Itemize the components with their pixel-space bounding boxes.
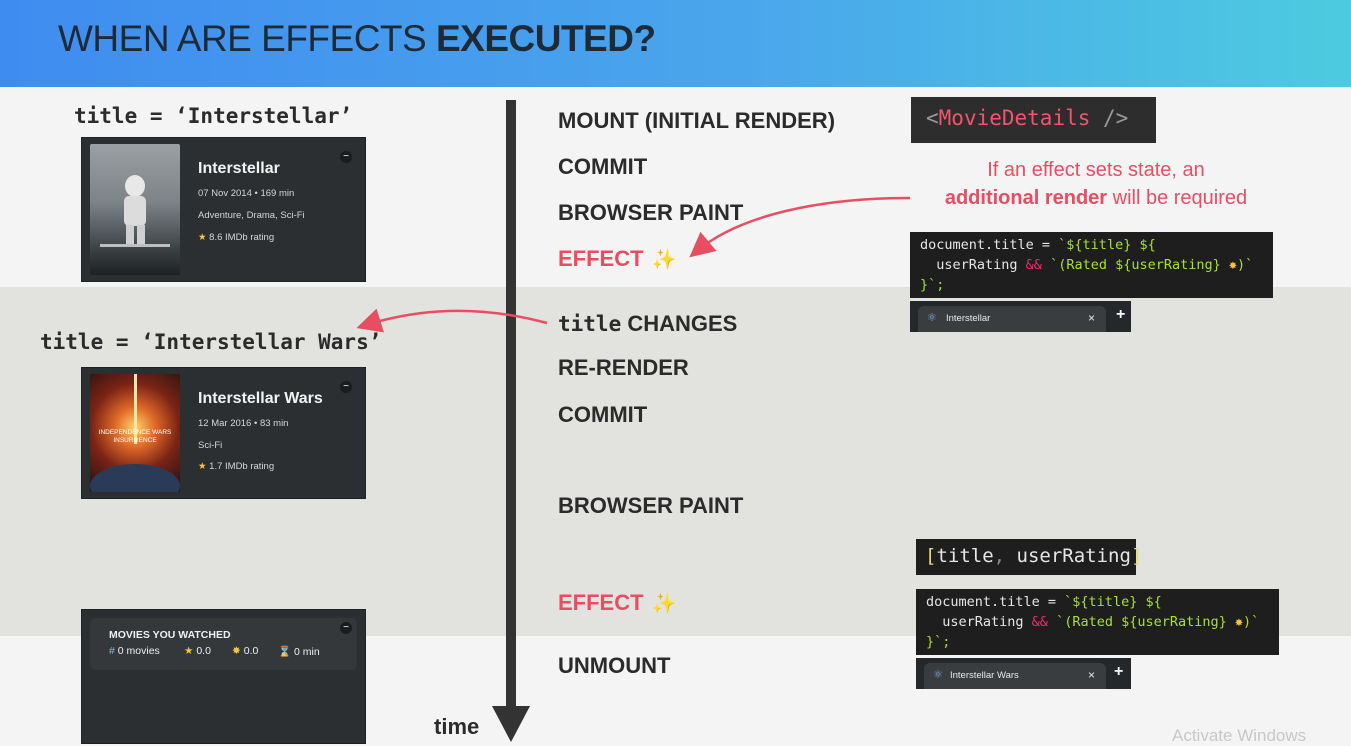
dependency-array-box: [title, userRating] <box>916 539 1142 575</box>
additional-render-arrow <box>689 196 911 258</box>
react-icon: ⚛ <box>927 312 937 324</box>
effect-code-block-2: document.title = `${title} ${ userRating… <box>916 589 1279 655</box>
browser-tab-title: Interstellar <box>946 313 991 324</box>
component-tag: <MovieDetails /> <box>926 106 1129 130</box>
title-change-arrow <box>356 308 548 333</box>
browser-tab-bar-2: ⚛ Interstellar Wars × + <box>916 658 1131 689</box>
react-icon: ⚛ <box>933 669 943 681</box>
dependency-array: [title, userRating] <box>925 545 1143 567</box>
browser-tab-title: Interstellar Wars <box>950 670 1019 681</box>
new-tab-icon[interactable]: + <box>1116 306 1125 324</box>
component-tag-box: <MovieDetails /> <box>911 97 1156 143</box>
browser-tab[interactable]: ⚛ Interstellar Wars × <box>924 663 1106 689</box>
browser-tab[interactable]: ⚛ Interstellar × <box>918 306 1106 332</box>
new-tab-icon[interactable]: + <box>1114 663 1123 681</box>
tab-close-icon[interactable]: × <box>1088 311 1095 325</box>
effect-code-block-1: document.title = `${title} ${ userRating… <box>910 232 1273 298</box>
additional-render-note: If an effect sets state, an additional r… <box>944 159 1248 209</box>
tab-close-icon[interactable]: × <box>1088 668 1095 682</box>
activate-windows-watermark: Activate Windows <box>1172 726 1307 745</box>
browser-tab-bar-1: ⚛ Interstellar × + <box>910 301 1131 332</box>
